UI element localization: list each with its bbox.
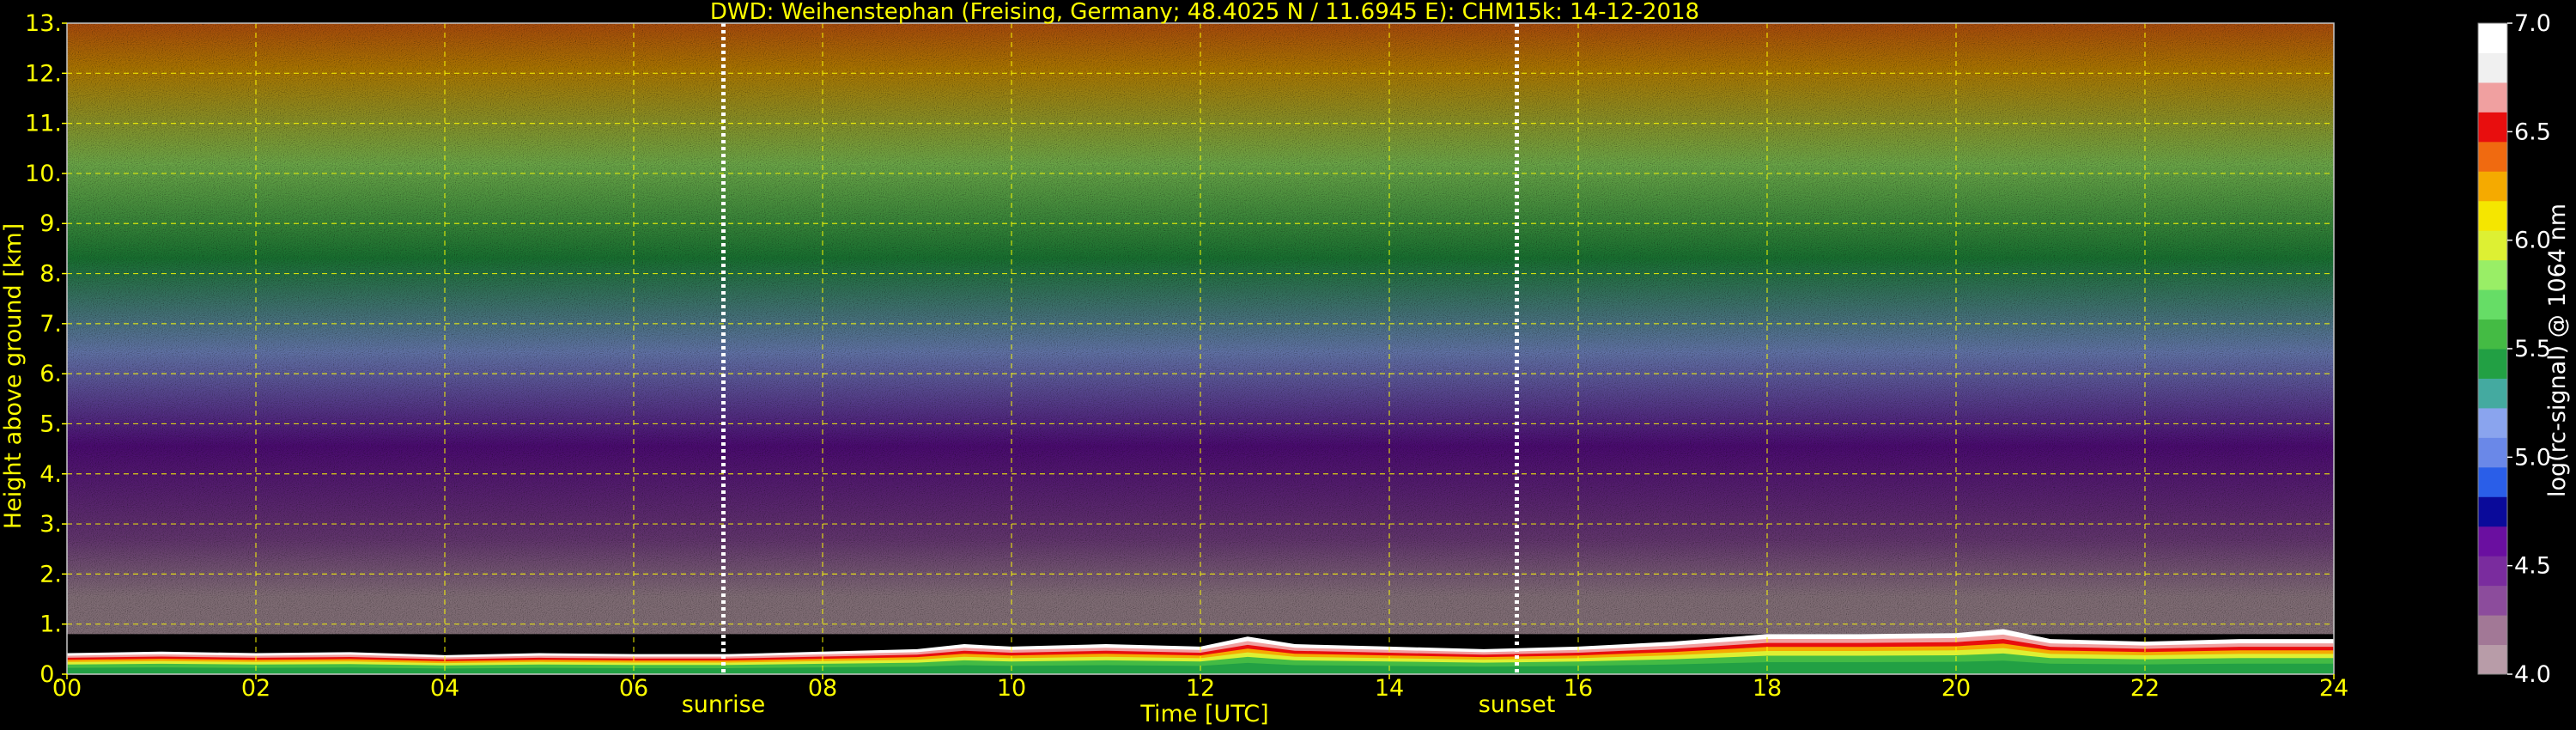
x-tick-label: 20 [1941, 675, 1971, 702]
x-tick-label: 06 [619, 675, 648, 702]
ceilometer-chart: sunrise sunset 0.1.2.3.4.5.6.7.8.9.10.11.… [0, 0, 2571, 727]
x-tick-label: 16 [1564, 675, 1593, 702]
y-tick-label: 5. [39, 411, 62, 437]
colorbar-segment [2478, 585, 2507, 616]
x-tick-label: 22 [2130, 675, 2160, 702]
x-tick-label: 24 [2319, 675, 2348, 702]
y-axis-label: Height above ground [km] [0, 223, 27, 529]
sunset-label: sunset [1479, 691, 1556, 718]
y-tick-label: 3. [39, 511, 62, 538]
colorbar-segment [2478, 466, 2507, 497]
y-tick-label: 1. [39, 611, 62, 638]
colorbar-segment [2478, 23, 2507, 53]
colorbar-segment [2478, 615, 2507, 646]
colorbar-segment [2478, 319, 2507, 350]
colorbar-tick-label: 7.0 [2514, 10, 2551, 37]
y-tick-label: 12. [25, 60, 62, 87]
colorbar-segment [2478, 644, 2507, 675]
chart-title: DWD: Weihenstephan (Freising, Germany; 4… [710, 0, 1699, 25]
colorbar-segment [2478, 112, 2507, 143]
sunrise-label: sunrise [682, 691, 766, 718]
y-tick-label: 6. [39, 361, 62, 387]
colorbar-segment [2478, 82, 2507, 113]
x-tick-label: 18 [1753, 675, 1782, 702]
x-tick-label: 10 [997, 675, 1026, 702]
colorbar-segment [2478, 378, 2507, 409]
colorbar: 4.04.55.05.56.06.57.0 [2477, 10, 2551, 688]
colorbar-tick-label: 4.0 [2514, 661, 2551, 688]
y-tick-label: 9. [39, 210, 62, 237]
y-tick-label: 10. [25, 161, 62, 187]
colorbar-label: log(rc-signal) @ 1064 nm [2544, 204, 2571, 497]
x-tick-label: 08 [808, 675, 837, 702]
colorbar-tick-label: 4.5 [2514, 553, 2551, 580]
y-tick-label: 7. [39, 311, 62, 338]
colorbar-segment [2478, 200, 2507, 231]
colorbar-segment [2478, 230, 2507, 261]
colorbar-segment [2478, 496, 2507, 527]
y-tick-label: 4. [39, 461, 62, 488]
colorbar-segment [2478, 349, 2507, 379]
x-tick-label: 04 [430, 675, 459, 702]
y-tick-label: 13. [25, 10, 62, 37]
colorbar-segment [2478, 141, 2507, 172]
colorbar-segment [2478, 407, 2507, 438]
colorbar-segment [2478, 556, 2507, 587]
x-axis-label: Time [UTC] [1139, 701, 1268, 727]
y-tick-label: 8. [39, 261, 62, 288]
colorbar-segment [2478, 437, 2507, 468]
colorbar-tick-label: 6.5 [2514, 119, 2551, 145]
y-tick-label: 2. [39, 561, 62, 587]
colorbar-segment [2478, 526, 2507, 557]
x-tick-label: 12 [1186, 675, 1215, 702]
colorbar-segment [2478, 289, 2507, 320]
colorbar-segment [2478, 259, 2507, 290]
x-tick-label: 02 [241, 675, 270, 702]
y-tick-label: 11. [25, 111, 62, 137]
colorbar-segment [2478, 52, 2507, 83]
x-tick-label: 14 [1375, 675, 1404, 702]
colorbar-segment [2478, 171, 2507, 202]
x-tick-label: 00 [52, 675, 82, 702]
